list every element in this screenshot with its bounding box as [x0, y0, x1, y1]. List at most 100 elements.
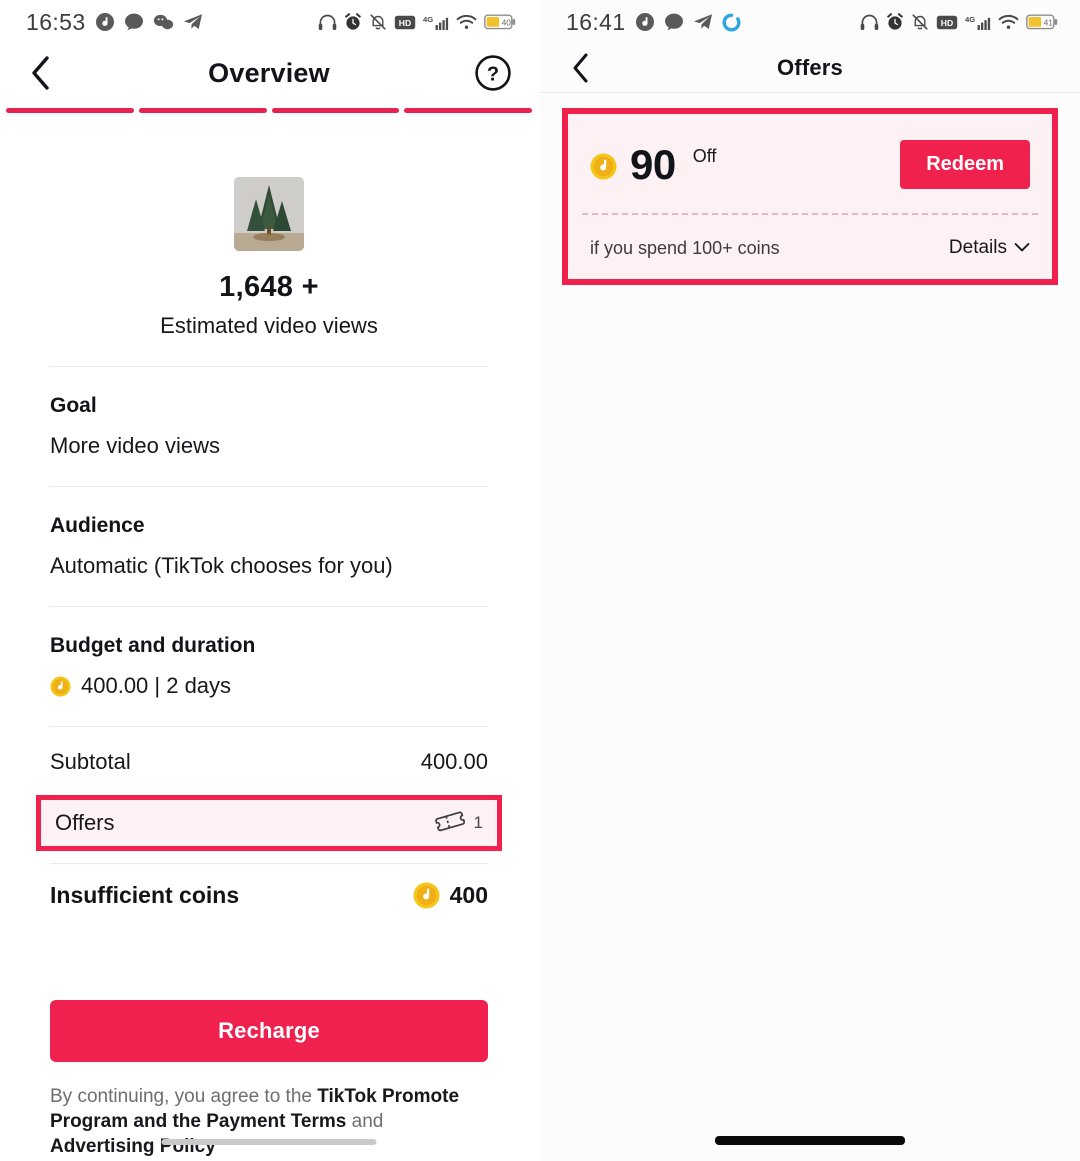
estimated-views-value: 1,648 + — [219, 271, 319, 303]
subtotal-label: Subtotal — [50, 749, 131, 774]
bell-muted-icon — [369, 13, 387, 31]
offer-card[interactable]: 90 Off Redeem if you spend 100+ coins De… — [562, 108, 1058, 285]
offer-details-label: Details — [948, 237, 1007, 258]
signal-4g-icon: 4G — [423, 14, 449, 31]
progress-step-3 — [271, 108, 400, 113]
offer-amount: 90 — [630, 140, 676, 188]
coin-icon — [413, 882, 440, 909]
offer-amount-group: 90 Off — [590, 140, 717, 188]
nav-bar-offers: Offers — [540, 44, 1080, 92]
question-mark-circle-icon[interactable]: ? — [474, 54, 512, 92]
svg-text:?: ? — [487, 64, 499, 86]
offer-details-toggle[interactable]: Details — [949, 237, 1030, 259]
chevron-down-icon — [1014, 237, 1030, 259]
coin-icon — [590, 153, 617, 180]
insufficient-coins-label: Insufficient coins — [50, 881, 240, 908]
status-bar-left-group: 16:53 — [26, 9, 203, 36]
progress-steps — [0, 102, 538, 113]
home-indicator-left — [161, 1139, 377, 1145]
signal-4g-icon: 4G — [965, 14, 991, 31]
svg-text:HD: HD — [399, 18, 411, 28]
bell-muted-icon — [911, 13, 929, 31]
offers-right-group: 1 — [434, 808, 483, 839]
wechat-icon — [153, 14, 174, 30]
insufficient-coins-value: 400 — [449, 881, 488, 908]
status-bar-right: 16:41 HD 4G 41 — [540, 0, 1080, 44]
field-audience-value: Automatic (TikTok chooses for you) — [50, 553, 393, 578]
offers-row[interactable]: Offers 1 — [36, 795, 502, 851]
coin-icon — [50, 676, 71, 697]
offers-count: 1 — [473, 813, 483, 832]
estimated-views-metric: 1,648 + Estimated video views — [50, 271, 488, 339]
loading-spinner-icon — [722, 13, 741, 32]
headphones-icon — [318, 14, 337, 31]
legal-text: By continuing, you agree to the TikTok P… — [50, 1084, 488, 1159]
field-budget-duration[interactable]: Budget and duration 400.00 | 2 days — [50, 607, 488, 699]
progress-step-1 — [6, 108, 134, 113]
svg-text:40: 40 — [502, 17, 512, 27]
offers-label: Offers — [55, 810, 115, 835]
wifi-icon — [456, 14, 477, 30]
status-bar-right-group: HD 4G 41 — [860, 13, 1058, 31]
legal-part2: and — [346, 1111, 384, 1133]
field-audience[interactable]: Audience Automatic (TikTok chooses for y… — [50, 487, 488, 579]
page-title: Overview — [208, 57, 330, 88]
alarm-clock-icon — [886, 13, 904, 31]
estimated-views-label: Estimated video views — [160, 313, 378, 338]
overview-content: 1,648 + Estimated video views Goal More … — [0, 177, 538, 1159]
svg-text:HD: HD — [941, 18, 953, 28]
offers-screen: 16:41 HD 4G 41 Offers 90 Off Redeem if y… — [540, 0, 1080, 1161]
field-budget-value: 400.00 | 2 days — [81, 673, 232, 698]
status-bar-right-group: HD 4G 40 — [318, 13, 516, 31]
headphones-icon — [860, 14, 879, 31]
telegram-icon — [693, 13, 713, 31]
chat-bubble-icon — [124, 13, 144, 31]
status-bar-left: 16:53 HD 4G 40 — [0, 0, 538, 44]
battery-icon: 41 — [1026, 14, 1058, 30]
status-time: 16:41 — [566, 8, 626, 35]
telegram-icon — [183, 13, 203, 31]
field-budget-label: Budget and duration — [50, 634, 256, 657]
offer-card-top: 90 Off Redeem — [568, 114, 1052, 213]
legal-part1: By continuing, you agree to the — [50, 1086, 318, 1107]
svg-text:4G: 4G — [423, 15, 433, 24]
video-thumbnail — [234, 177, 304, 251]
home-indicator-right — [715, 1136, 905, 1145]
globe-music-icon — [95, 12, 115, 32]
battery-icon: 40 — [484, 14, 516, 30]
offer-card-bottom: if you spend 100+ coins Details — [568, 215, 1052, 279]
offer-condition: if you spend 100+ coins — [590, 237, 780, 258]
nav-bar-overview: Overview ? — [0, 44, 538, 102]
field-goal-label: Goal — [50, 394, 97, 417]
divider — [50, 726, 488, 727]
back-button[interactable] — [24, 56, 58, 90]
divider — [540, 92, 1080, 93]
insufficient-coins-row: Insufficient coins 400 — [50, 864, 488, 926]
progress-step-2 — [138, 108, 267, 113]
back-button[interactable] — [564, 51, 598, 85]
svg-text:41: 41 — [1044, 17, 1054, 27]
totals-section: Subtotal 400.00 Offers 1 Insufficient co… — [36, 735, 502, 926]
globe-music-icon — [635, 12, 655, 32]
alarm-clock-icon — [344, 13, 362, 31]
status-bar-left-group: 16:41 — [566, 9, 741, 36]
dual-screenshot-container: 16:53 HD 4G 40 Overview ? 1,648 + Estima… — [0, 0, 1080, 1161]
redeem-button[interactable]: Redeem — [900, 140, 1030, 189]
insufficient-coins-value-group: 400 — [413, 882, 488, 909]
svg-text:4G: 4G — [965, 15, 975, 24]
subtotal-value: 400.00 — [420, 749, 488, 774]
subtotal-row: Subtotal 400.00 — [50, 735, 488, 789]
offer-off-label: Off — [692, 145, 717, 166]
status-time: 16:53 — [26, 8, 86, 35]
wifi-icon — [998, 14, 1019, 30]
hd-icon: HD — [394, 15, 416, 30]
ticket-icon — [434, 808, 465, 839]
progress-step-4 — [404, 108, 532, 113]
field-audience-label: Audience — [50, 514, 145, 537]
recharge-button[interactable]: Recharge — [50, 1000, 488, 1062]
field-goal[interactable]: Goal More video views — [50, 367, 488, 459]
video-thumbnail-wrapper — [50, 177, 488, 251]
chat-bubble-icon — [664, 13, 684, 31]
field-goal-value: More video views — [50, 433, 220, 458]
page-title: Offers — [777, 55, 843, 80]
